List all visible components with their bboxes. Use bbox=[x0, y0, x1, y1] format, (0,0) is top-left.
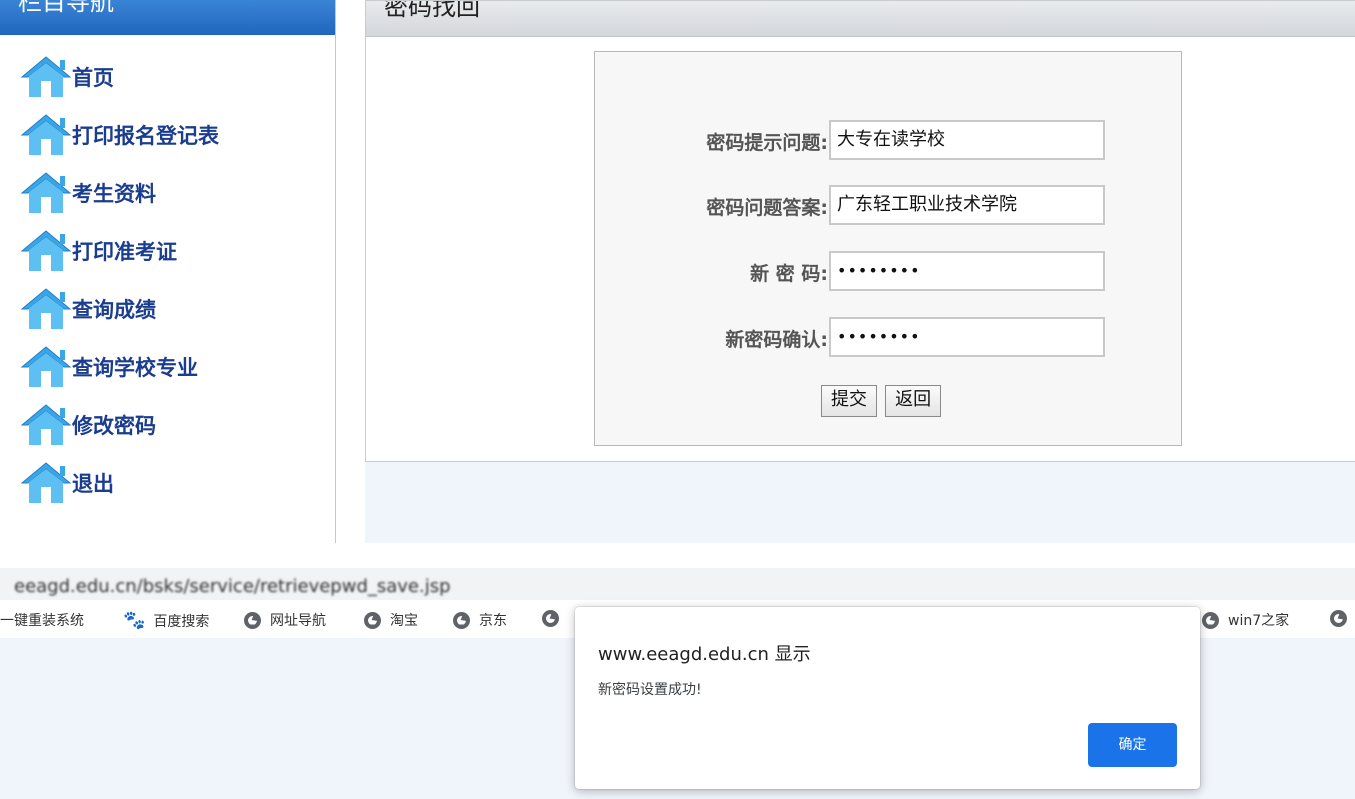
form-buttons: 提交 返回 bbox=[821, 385, 944, 417]
new-password-input[interactable]: •••••••• bbox=[829, 251, 1105, 291]
dialog-message: 新密码设置成功! bbox=[598, 682, 702, 698]
nav-label: 首页 bbox=[72, 66, 114, 90]
answer-label: 密码问题答案: bbox=[706, 197, 828, 219]
bookmark-reinstall-system[interactable]: 一键重装系统 bbox=[0, 610, 84, 630]
home-icon bbox=[20, 171, 72, 215]
baidu-paw-icon: 🐾 bbox=[123, 610, 146, 631]
answer-input[interactable]: 广东轻工职业技术学院 bbox=[829, 185, 1105, 225]
new-password-row: 新 密 码: •••••••• bbox=[595, 251, 1183, 293]
answer-row: 密码问题答案: 广东轻工职业技术学院 bbox=[595, 185, 1183, 227]
bookmark-label: 百度搜索 bbox=[153, 613, 210, 630]
home-icon bbox=[20, 229, 72, 273]
globe-icon bbox=[1330, 610, 1347, 627]
nav-label: 查询学校专业 bbox=[72, 356, 198, 380]
bookmark-web-nav[interactable]: 网址导航 bbox=[244, 610, 326, 630]
nav-item-print-admission[interactable]: 打印准考证 bbox=[20, 222, 219, 280]
bookmark-taobao[interactable]: 淘宝 bbox=[364, 610, 418, 630]
confirm-password-row: 新密码确认: •••••••• bbox=[595, 317, 1183, 359]
bookmark-more[interactable] bbox=[542, 610, 568, 627]
confirm-password-input[interactable]: •••••••• bbox=[829, 317, 1105, 357]
bookmark-label: 京东 bbox=[479, 613, 507, 629]
home-icon bbox=[20, 55, 72, 99]
back-button[interactable]: 返回 bbox=[885, 385, 942, 417]
new-password-label: 新 密 码: bbox=[750, 263, 828, 285]
ok-button[interactable]: 确定 bbox=[1088, 723, 1177, 767]
nav-label: 退出 bbox=[72, 472, 114, 496]
bookmark-label: 一键重装系统 bbox=[0, 613, 84, 629]
nav-label: 考生资料 bbox=[72, 182, 156, 206]
sidebar-header: 栏目导航 bbox=[0, 0, 335, 35]
bookmark-label: win7之家 bbox=[1228, 613, 1290, 629]
nav-item-query-majors[interactable]: 查询学校专业 bbox=[20, 338, 219, 396]
home-icon bbox=[20, 287, 72, 331]
bookmark-label: 淘宝 bbox=[390, 613, 418, 629]
nav-item-print-registration[interactable]: 打印报名登记表 bbox=[20, 106, 219, 164]
question-input[interactable]: 大专在读学校 bbox=[829, 120, 1105, 160]
globe-icon bbox=[542, 610, 559, 627]
alert-dialog: www.eeagd.edu.cn 显示 新密码设置成功! 确定 bbox=[575, 607, 1200, 789]
bookmark-win7[interactable]: win7之家 bbox=[1202, 610, 1289, 630]
recovery-form: 密码提示问题: 大专在读学校 密码问题答案: 广东轻工职业技术学院 新 密 码:… bbox=[594, 51, 1182, 446]
bookmark-more-right[interactable] bbox=[1330, 610, 1355, 627]
dialog-title: www.eeagd.edu.cn 显示 bbox=[598, 644, 811, 665]
bookmark-baidu[interactable]: 🐾 百度搜索 bbox=[123, 610, 209, 631]
question-row: 密码提示问题: 大专在读学校 bbox=[595, 120, 1183, 162]
nav-item-logout[interactable]: 退出 bbox=[20, 454, 219, 512]
password-recovery-panel: 密码找回 密码提示问题: 大专在读学校 密码问题答案: 广东轻工职业技术学院 新… bbox=[365, 0, 1355, 462]
nav-item-query-scores[interactable]: 查询成绩 bbox=[20, 280, 219, 338]
sidebar: 栏目导航 首页 打印报名登记表 考生资料 打印准考证 查询成绩 查询学校专业 修… bbox=[0, 0, 336, 543]
globe-icon bbox=[453, 611, 470, 629]
panel-header: 密码找回 bbox=[366, 1, 1355, 37]
globe-icon bbox=[244, 611, 261, 629]
web-page: 栏目导航 首页 打印报名登记表 考生资料 打印准考证 查询成绩 查询学校专业 修… bbox=[0, 0, 1355, 543]
panel-title: 密码找回 bbox=[384, 1, 480, 21]
nav-list: 首页 打印报名登记表 考生资料 打印准考证 查询成绩 查询学校专业 修改密码 退… bbox=[20, 48, 219, 512]
main-content: 密码找回 密码提示问题: 大专在读学校 密码问题答案: 广东轻工职业技术学院 新… bbox=[365, 0, 1355, 543]
nav-label: 修改密码 bbox=[72, 414, 156, 438]
nav-label: 打印准考证 bbox=[72, 240, 177, 264]
bookmark-label: 网址导航 bbox=[270, 613, 326, 629]
globe-icon bbox=[1202, 611, 1219, 629]
bookmark-jd[interactable]: 京东 bbox=[453, 610, 507, 630]
submit-button[interactable]: 提交 bbox=[821, 385, 877, 417]
nav-item-change-password[interactable]: 修改密码 bbox=[20, 396, 219, 454]
globe-icon bbox=[364, 611, 381, 629]
url-text: eeagd.edu.cn/bsks/service/retrievepwd_sa… bbox=[14, 576, 451, 597]
nav-item-home[interactable]: 首页 bbox=[20, 48, 219, 106]
sidebar-header-title: 栏目导航 bbox=[18, 0, 114, 16]
question-label: 密码提示问题: bbox=[706, 132, 828, 154]
nav-label: 打印报名登记表 bbox=[72, 124, 219, 148]
home-icon bbox=[20, 345, 72, 389]
address-bar[interactable]: eeagd.edu.cn/bsks/service/retrievepwd_sa… bbox=[0, 568, 1355, 600]
home-icon bbox=[20, 113, 72, 157]
home-icon bbox=[20, 461, 72, 505]
nav-item-candidate-info[interactable]: 考生资料 bbox=[20, 164, 219, 222]
home-icon bbox=[20, 403, 72, 447]
nav-label: 查询成绩 bbox=[72, 298, 156, 322]
confirm-password-label: 新密码确认: bbox=[725, 329, 828, 351]
